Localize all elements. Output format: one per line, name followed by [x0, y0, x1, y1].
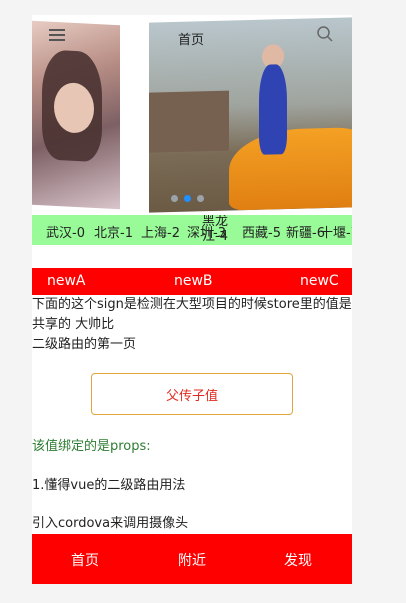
marquee-item: 上海-2 — [141, 226, 180, 241]
parent-to-child-button[interactable]: 父传子值 — [91, 373, 293, 415]
tab-newB[interactable]: newB — [174, 273, 213, 289]
vue-router-note: 1.懂得vue的二级路由用法 — [32, 478, 186, 493]
marquee-item: 武汉-0 — [46, 226, 85, 241]
carousel-dot-active[interactable] — [184, 195, 191, 202]
cordova-note: 引入cordova来调用摄像头 — [32, 516, 189, 531]
carousel-dots — [171, 195, 204, 202]
menu-icon[interactable] — [49, 27, 65, 43]
search-icon[interactable] — [316, 25, 334, 43]
bottom-nav: 首页 附近 发现 — [32, 534, 352, 584]
tab-newA[interactable]: newA — [47, 273, 86, 289]
marquee-item: 黑龙江-4 — [202, 215, 229, 244]
marquee-item: 十堰-7 — [320, 226, 352, 241]
top-bar: 首页 — [32, 15, 352, 60]
city-marquee: 武汉-0 北京-1 上海-2 深圳-3 黑龙江-4 西藏-5 新疆-6 十堰-7 — [32, 215, 352, 245]
props-label: 该值绑定的是props: — [32, 439, 151, 454]
slide-person — [259, 64, 287, 155]
carousel-dot[interactable] — [197, 195, 204, 202]
subroute-text: 二级路由的第一页 — [32, 337, 137, 352]
page-title: 首页 — [178, 33, 205, 48]
nav-home[interactable]: 首页 — [71, 550, 99, 570]
tab-newC[interactable]: newC — [300, 273, 339, 289]
marquee-item: 北京-1 — [94, 226, 133, 241]
tab-bar: newA newB newC — [32, 268, 352, 295]
nav-discover[interactable]: 发现 — [284, 550, 312, 570]
marquee-item: 西藏-5 — [242, 226, 281, 241]
slide-car — [229, 126, 352, 211]
store-paragraph: 下面的这个sign是检测在大型项目的时候store里的值是共享的 大帅比 — [32, 297, 352, 332]
content-area: 下面的这个sign是检测在大型项目的时候store里的值是共享的 大帅比 二级路… — [32, 295, 352, 355]
slide-background-structure — [149, 90, 229, 153]
carousel-dot[interactable] — [171, 195, 178, 202]
nav-nearby[interactable]: 附近 — [178, 550, 206, 570]
phone-screen: 首页 武汉-0 北京-1 上海-2 深圳-3 黑龙江-4 西藏-5 新疆-6 十… — [32, 15, 352, 584]
